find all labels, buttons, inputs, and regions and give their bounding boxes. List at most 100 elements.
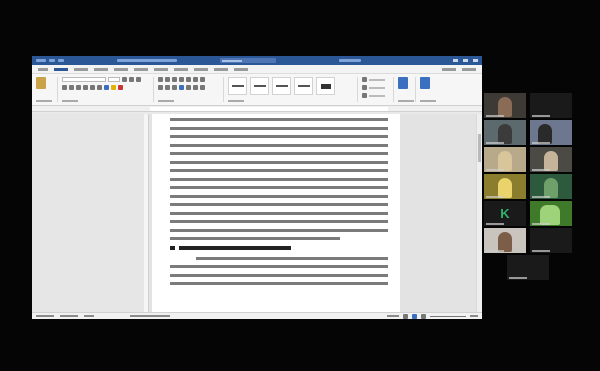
horizontal-ruler[interactable] <box>32 106 482 112</box>
replace-icon[interactable] <box>362 85 367 90</box>
tab-help[interactable] <box>234 67 248 71</box>
participant-name <box>486 115 504 117</box>
font-color-icon[interactable] <box>118 85 123 90</box>
align-center-icon[interactable] <box>165 85 170 90</box>
justify-icon[interactable] <box>179 85 184 90</box>
strikethrough-icon[interactable] <box>83 85 88 90</box>
find-icon[interactable] <box>362 77 367 82</box>
borders-icon[interactable] <box>200 85 205 90</box>
participant-tile[interactable] <box>507 255 549 280</box>
tab-file[interactable] <box>38 67 48 71</box>
participant-tile[interactable] <box>484 93 526 118</box>
font-size-select[interactable] <box>108 77 120 82</box>
bullets-icon[interactable] <box>158 77 163 82</box>
tab-layout[interactable] <box>134 67 148 71</box>
share-button[interactable] <box>442 67 456 71</box>
zoom-slider[interactable] <box>430 315 466 317</box>
undo-icon[interactable] <box>58 59 64 62</box>
style-title[interactable] <box>316 77 335 95</box>
minimize-icon[interactable] <box>453 59 458 62</box>
meeting-participants-panel: K <box>484 93 576 287</box>
tab-view[interactable] <box>214 67 228 71</box>
italic-icon[interactable] <box>69 85 74 90</box>
vertical-ruler <box>144 114 149 312</box>
title-bar <box>32 56 482 65</box>
line-spacing-icon[interactable] <box>186 85 191 90</box>
select-label[interactable] <box>369 94 385 97</box>
document-page[interactable] <box>152 114 400 312</box>
read-mode-icon[interactable] <box>403 313 408 319</box>
comments-button[interactable] <box>462 67 476 71</box>
multilevel-list-icon[interactable] <box>172 77 177 82</box>
word-count[interactable] <box>60 315 78 317</box>
save-icon[interactable] <box>49 59 55 62</box>
account-name[interactable] <box>339 59 361 62</box>
tab-home[interactable] <box>54 67 68 71</box>
text-effects-icon[interactable] <box>104 85 109 90</box>
participant-tile[interactable] <box>530 201 572 226</box>
style-no-spacing[interactable] <box>250 77 269 95</box>
align-left-icon[interactable] <box>158 85 163 90</box>
participant-tile[interactable] <box>484 120 526 145</box>
participant-tile[interactable] <box>530 228 572 253</box>
subscript-icon[interactable] <box>90 85 95 90</box>
vertical-scrollbar[interactable] <box>476 114 482 312</box>
paste-icon[interactable] <box>36 77 46 89</box>
text-line <box>170 282 388 285</box>
focus-mode-button[interactable] <box>387 315 399 317</box>
clipboard-group-label <box>36 100 52 102</box>
highlight-icon[interactable] <box>111 85 116 90</box>
autosave-toggle[interactable] <box>36 59 46 62</box>
find-label[interactable] <box>369 78 385 81</box>
window-controls <box>453 59 478 62</box>
maximize-icon[interactable] <box>463 59 468 62</box>
select-icon[interactable] <box>362 93 367 98</box>
participant-tile[interactable] <box>484 228 526 253</box>
proofing-icon[interactable] <box>84 315 94 317</box>
participant-tile[interactable] <box>530 174 572 199</box>
zoom-level[interactable] <box>470 315 478 317</box>
style-heading-2[interactable] <box>294 77 313 95</box>
decrease-indent-icon[interactable] <box>179 77 184 82</box>
participant-tile[interactable] <box>484 147 526 172</box>
sort-icon[interactable] <box>193 77 198 82</box>
print-layout-icon[interactable] <box>412 313 417 319</box>
numbering-icon[interactable] <box>165 77 170 82</box>
superscript-icon[interactable] <box>97 85 102 90</box>
replace-label[interactable] <box>369 86 385 89</box>
tab-references[interactable] <box>154 67 168 71</box>
tab-insert[interactable] <box>74 67 88 71</box>
dictate-icon[interactable] <box>398 77 408 89</box>
participant-tile[interactable] <box>530 147 572 172</box>
tab-mailings[interactable] <box>174 67 188 71</box>
grow-font-icon[interactable] <box>122 77 127 82</box>
scroll-thumb[interactable] <box>478 134 481 162</box>
style-heading-1[interactable] <box>272 77 291 95</box>
tab-review[interactable] <box>194 67 208 71</box>
show-marks-icon[interactable] <box>200 77 205 82</box>
participant-video <box>498 97 512 117</box>
participant-tile[interactable]: K <box>484 201 526 226</box>
participant-tile[interactable] <box>530 93 572 118</box>
increase-indent-icon[interactable] <box>186 77 191 82</box>
align-right-icon[interactable] <box>172 85 177 90</box>
accessibility-status[interactable] <box>130 315 170 317</box>
editor-icon[interactable] <box>420 77 430 89</box>
style-normal[interactable] <box>228 77 247 95</box>
web-layout-icon[interactable] <box>421 313 426 319</box>
change-case-icon[interactable] <box>136 77 141 82</box>
tab-design[interactable] <box>114 67 128 71</box>
close-icon[interactable] <box>473 59 478 62</box>
ribbon-tabs <box>32 65 482 74</box>
page-count[interactable] <box>36 315 54 317</box>
participant-tile[interactable] <box>530 120 572 145</box>
participant-name <box>532 115 550 117</box>
tab-draw[interactable] <box>94 67 108 71</box>
bold-icon[interactable] <box>62 85 67 90</box>
search-box[interactable] <box>220 58 276 63</box>
shading-icon[interactable] <box>193 85 198 90</box>
shrink-font-icon[interactable] <box>129 77 134 82</box>
font-name-select[interactable] <box>62 77 106 82</box>
participant-tile[interactable] <box>484 174 526 199</box>
underline-icon[interactable] <box>76 85 81 90</box>
